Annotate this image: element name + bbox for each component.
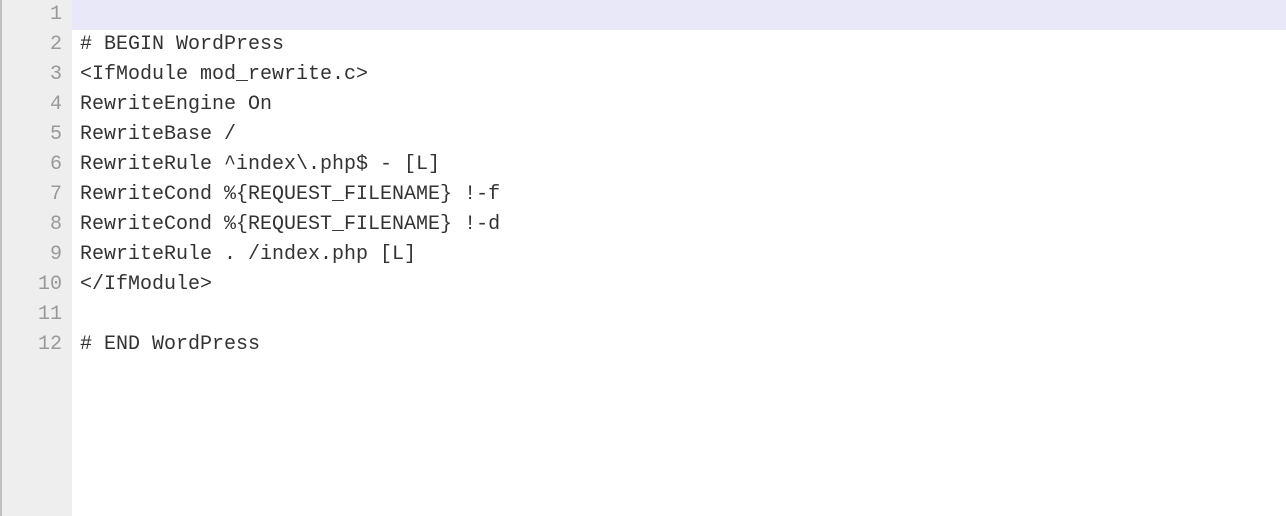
line-number: 10 [2, 270, 72, 300]
code-line[interactable]: </IfModule> [72, 270, 1286, 300]
line-number: 9 [2, 240, 72, 270]
code-editor[interactable]: 123456789101112 # BEGIN WordPress<IfModu… [2, 0, 1286, 516]
code-line[interactable]: # END WordPress [72, 330, 1286, 360]
line-number: 5 [2, 120, 72, 150]
code-line[interactable]: RewriteBase / [72, 120, 1286, 150]
code-area[interactable]: # BEGIN WordPress<IfModule mod_rewrite.c… [72, 0, 1286, 516]
code-line[interactable] [72, 300, 1286, 330]
line-number: 8 [2, 210, 72, 240]
code-line[interactable]: RewriteEngine On [72, 90, 1286, 120]
line-number: 12 [2, 330, 72, 360]
code-line[interactable]: # BEGIN WordPress [72, 30, 1286, 60]
line-number: 2 [2, 30, 72, 60]
line-number: 6 [2, 150, 72, 180]
code-line[interactable]: <IfModule mod_rewrite.c> [72, 60, 1286, 90]
code-line[interactable]: RewriteRule ^index\.php$ - [L] [72, 150, 1286, 180]
code-line[interactable] [72, 0, 1286, 30]
code-line[interactable]: RewriteRule . /index.php [L] [72, 240, 1286, 270]
line-number: 3 [2, 60, 72, 90]
line-number: 4 [2, 90, 72, 120]
line-number: 11 [2, 300, 72, 330]
code-line[interactable]: RewriteCond %{REQUEST_FILENAME} !-f [72, 180, 1286, 210]
code-line[interactable]: RewriteCond %{REQUEST_FILENAME} !-d [72, 210, 1286, 240]
line-number: 7 [2, 180, 72, 210]
line-number-gutter: 123456789101112 [2, 0, 72, 516]
line-number: 1 [2, 0, 72, 30]
